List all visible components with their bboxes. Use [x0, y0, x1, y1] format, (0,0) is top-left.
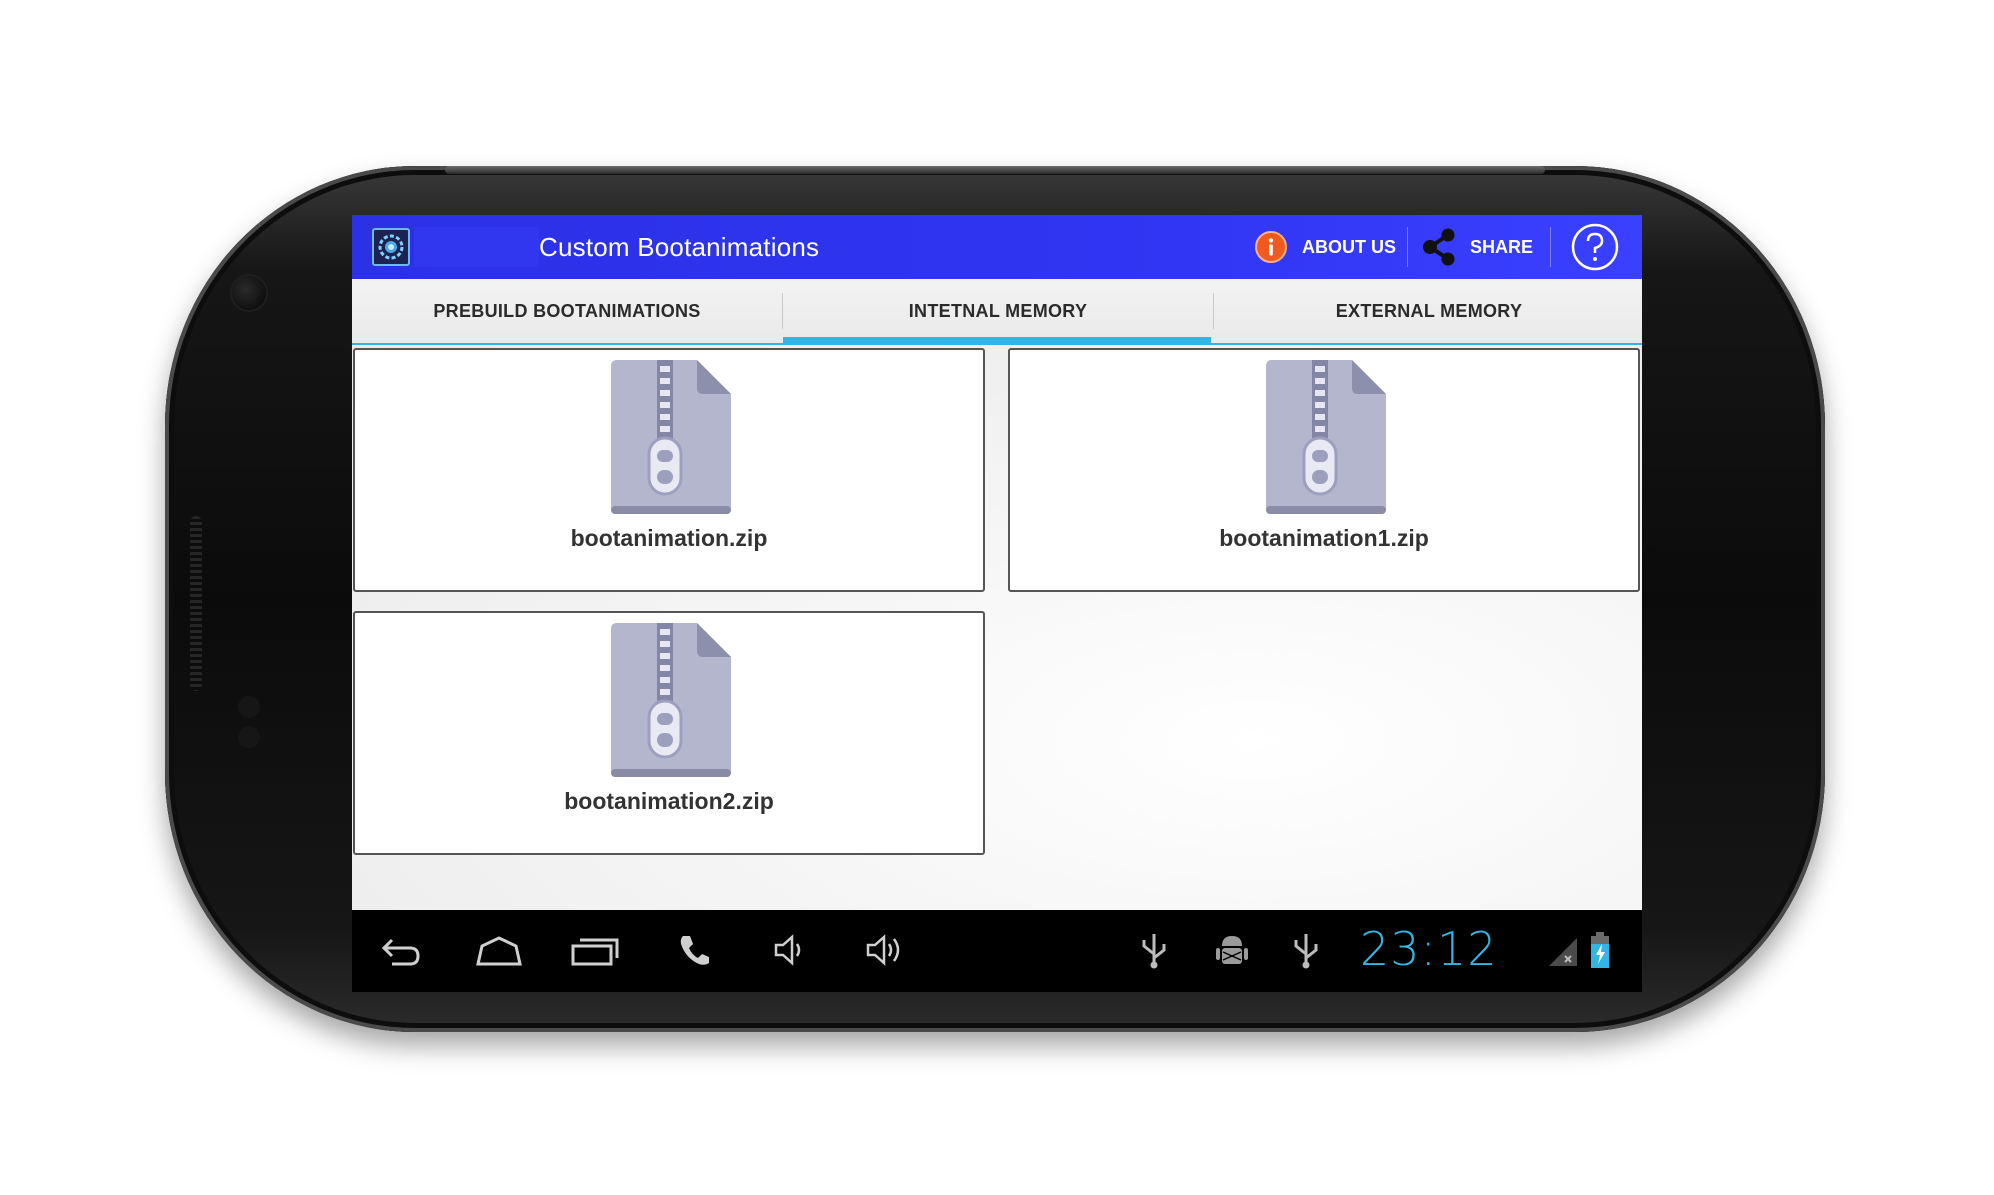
- tab-label: EXTERNAL MEMORY: [1335, 300, 1523, 321]
- zip-file-icon: [611, 360, 731, 514]
- recent-apps-icon[interactable]: [570, 930, 620, 970]
- android-debug-icon: [1216, 936, 1248, 964]
- light-sensor: [238, 726, 260, 748]
- action-bar: Custom Bootanimations ABOUT US SHARE: [352, 215, 1642, 279]
- phone-screen: Custom Bootanimations ABOUT US SHARE PRE…: [352, 215, 1642, 992]
- share-icon: [1423, 228, 1455, 266]
- file-name: bootanimation.zip: [570, 525, 768, 551]
- signal-icon: [1549, 938, 1577, 966]
- share-button[interactable]: SHARE: [1422, 215, 1533, 279]
- action-divider: [1550, 227, 1551, 267]
- zip-file-icon: [611, 623, 731, 777]
- selected-tab-indicator: [783, 337, 1211, 345]
- proximity-sensor: [238, 696, 260, 718]
- file-item-bootanimation1[interactable]: bootanimation1.zip: [1008, 348, 1640, 592]
- tab-prebuild-bootanimations[interactable]: PREBUILD BOOTANIMATIONS: [352, 279, 782, 343]
- tab-external-memory[interactable]: EXTERNAL MEMORY: [1214, 279, 1642, 343]
- file-grid: bootanimation.zip bootanimation1.zip boo…: [352, 345, 1642, 910]
- tab-label: PREBUILD BOOTANIMATIONS: [433, 300, 701, 321]
- file-item-bootanimation2[interactable]: bootanimation2.zip: [353, 611, 985, 855]
- system-navigation-bar: 23:12: [352, 910, 1642, 992]
- phone-icon[interactable]: [675, 930, 711, 970]
- zip-file-icon: [1266, 360, 1386, 514]
- speaker-grill: [190, 516, 202, 691]
- status-clock: 23:12: [1360, 922, 1498, 976]
- file-name: bootanimation2.zip: [564, 788, 774, 814]
- help-icon: [1571, 223, 1619, 271]
- usb-icon: [1142, 934, 1166, 969]
- phone-top-edge: [445, 166, 1545, 174]
- about-us-button[interactable]: ABOUT US: [1254, 215, 1396, 279]
- info-icon: [1255, 231, 1287, 263]
- tab-label: INTETNAL MEMORY: [908, 300, 1088, 321]
- about-us-label: ABOUT US: [1302, 236, 1396, 257]
- file-name: bootanimation1.zip: [1219, 525, 1429, 551]
- app-title: Custom Bootanimations: [539, 232, 820, 262]
- volume-up-icon[interactable]: [862, 930, 908, 970]
- title-placeholder-box: [414, 227, 539, 267]
- help-button[interactable]: [1570, 222, 1620, 272]
- front-camera: [232, 276, 266, 310]
- tab-bar: PREBUILD BOOTANIMATIONS INTETNAL MEMORY …: [352, 279, 1642, 345]
- back-icon[interactable]: [378, 930, 424, 970]
- battery-charging-icon: [1591, 932, 1609, 968]
- share-label: SHARE: [1470, 236, 1534, 257]
- home-icon[interactable]: [474, 930, 524, 970]
- app-logo-icon[interactable]: [372, 228, 410, 266]
- tab-internal-memory[interactable]: INTETNAL MEMORY: [783, 279, 1213, 345]
- file-item-bootanimation[interactable]: bootanimation.zip: [353, 348, 985, 592]
- volume-down-icon[interactable]: [770, 930, 810, 970]
- action-divider: [1407, 227, 1408, 267]
- usb-icon: [1294, 934, 1318, 969]
